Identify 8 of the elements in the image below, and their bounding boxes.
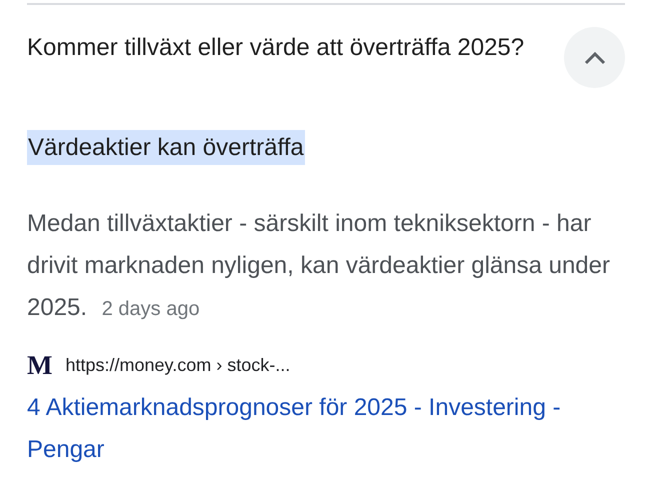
answer-heading: Värdeaktier kan överträffa	[27, 130, 305, 165]
site-logo: M	[27, 352, 52, 379]
answer-snippet: Medan tillväxtaktier - särskilt inom tekniksektorn - har drivit marknaden nyligen, kan värdeaktier glänsa under 2025. 2 days ago	[27, 209, 611, 323]
question-title: Kommer tillväxt eller värde att överträffa 2025?	[27, 33, 524, 63]
result-link[interactable]: 4 Aktiemarknadsprognoser för 2025 - Investering - Pengar	[27, 387, 625, 471]
source-url: https://money.com › stock-...	[65, 355, 290, 376]
chevron-icon	[584, 50, 606, 64]
date-text: 2 days ago	[102, 298, 200, 320]
